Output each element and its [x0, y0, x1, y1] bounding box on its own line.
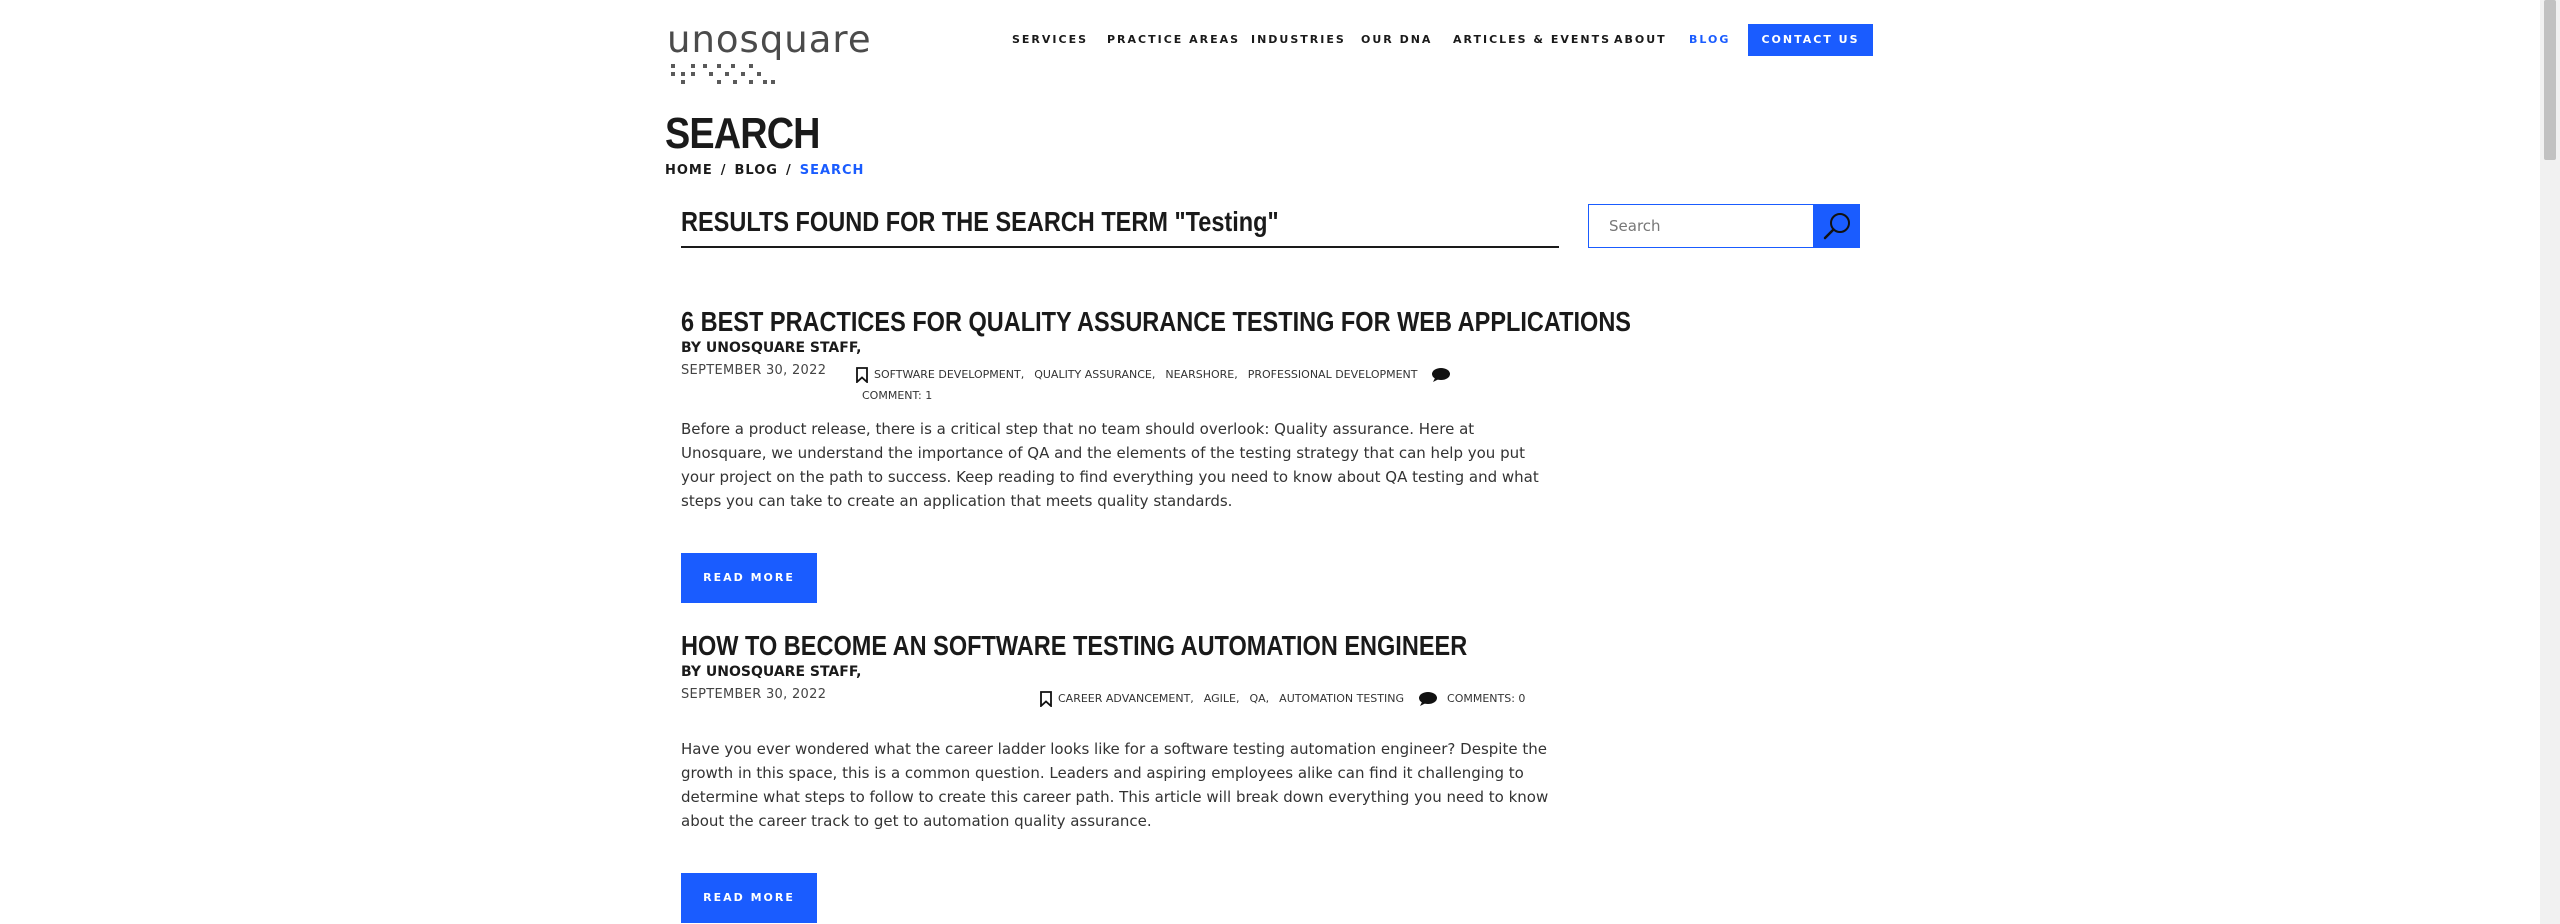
article-title[interactable]: 6 BEST PRACTICES FOR QUALITY ASSURANCE T… [681, 305, 1631, 339]
comment-count[interactable]: COMMENT: 1 [862, 389, 932, 402]
tag-link[interactable]: PROFESSIONAL DEVELOPMENT [1248, 368, 1418, 381]
tag-link[interactable]: QUALITY ASSURANCE [1034, 368, 1152, 381]
nav-blog[interactable]: BLOG [1689, 24, 1730, 56]
tag-link[interactable]: CAREER ADVANCEMENT [1058, 692, 1190, 705]
breadcrumb-separator: / [785, 163, 792, 178]
article-excerpt: Have you ever wondered what the career l… [681, 740, 1549, 830]
read-more-button[interactable]: READ MORE [681, 873, 817, 923]
breadcrumb-home[interactable]: HOME [665, 163, 713, 178]
contact-us-button[interactable]: CONTACT US [1748, 24, 1873, 56]
nav-our-dna[interactable]: OUR DNA [1361, 24, 1432, 56]
article-date: SEPTEMBER 30, 2022 [681, 687, 827, 702]
article-card: 6 BEST PRACTICES FOR QUALITY ASSURANCE T… [681, 305, 1631, 603]
nav-practice-areas[interactable]: PRACTICE AREAS [1107, 24, 1240, 56]
search-icon [1823, 213, 1850, 240]
breadcrumb: HOME / BLOG / SEARCH [665, 163, 864, 183]
article-tags: CAREER ADVANCEMENT, AGILE, QA, AUTOMATION T… [1040, 691, 1525, 707]
logo-wordmark: unosquare [667, 18, 872, 61]
article-title-text: HOW TO BECOME AN SOFTWARE TESTING AUTOMA… [681, 630, 1468, 661]
nav-articles-events[interactable]: ARTICLES & EVENTS [1453, 24, 1611, 56]
nav-services[interactable]: SERVICES [1012, 24, 1088, 56]
logo-dots-icon [671, 64, 775, 84]
tag-link[interactable]: QA [1249, 692, 1265, 705]
page-title: SEARCH [665, 109, 820, 158]
page-scrollbar[interactable] [2540, 0, 2560, 924]
read-more-button[interactable]: READ MORE [681, 553, 817, 603]
bookmark-icon [1040, 691, 1052, 707]
comment-count[interactable]: COMMENTS: 0 [1447, 692, 1525, 705]
article-meta: SEPTEMBER 30, 2022 SOFTWARE DEVELOPMENT,… [681, 359, 1559, 405]
results-heading-text: RESULTS FOUND FOR THE SEARCH TERM "Testi… [681, 206, 1279, 237]
search-widget [1588, 204, 1860, 248]
article-byline: BY UNOSQUARE STAFF, [681, 664, 862, 680]
article-card: HOW TO BECOME AN SOFTWARE TESTING AUTOMA… [681, 629, 1559, 923]
tag-link[interactable]: NEARSHORE [1165, 368, 1234, 381]
scrollbar-thumb[interactable] [2544, 0, 2556, 160]
comment-icon [1418, 692, 1437, 706]
tag-link[interactable]: AUTOMATION TESTING [1279, 692, 1404, 705]
nav-about[interactable]: ABOUT [1614, 24, 1667, 56]
article-title[interactable]: HOW TO BECOME AN SOFTWARE TESTING AUTOMA… [681, 629, 1559, 663]
article-date: SEPTEMBER 30, 2022 [681, 363, 827, 378]
article-byline: BY UNOSQUARE STAFF, [681, 340, 862, 356]
breadcrumb-separator: / [720, 163, 727, 178]
article-excerpt: Before a product release, there is a cri… [681, 420, 1539, 510]
bookmark-icon [856, 367, 868, 383]
unosquare-logo[interactable]: unosquare [667, 18, 871, 84]
breadcrumb-current: SEARCH [799, 163, 865, 178]
results-heading: RESULTS FOUND FOR THE SEARCH TERM "Testi… [681, 206, 1559, 248]
search-button[interactable] [1814, 204, 1860, 248]
nav-industries[interactable]: INDUSTRIES [1251, 24, 1346, 56]
tag-link[interactable]: SOFTWARE DEVELOPMENT [874, 368, 1021, 381]
breadcrumb-blog[interactable]: BLOG [735, 163, 778, 178]
article-tags: SOFTWARE DEVELOPMENT, QUALITY ASSURANCE, N… [856, 367, 1451, 383]
tag-link[interactable]: AGILE [1204, 692, 1236, 705]
search-input[interactable] [1588, 204, 1814, 248]
comment-icon [1432, 368, 1451, 382]
article-meta: SEPTEMBER 30, 2022 CAREER ADVANCEMENT, AG… [681, 683, 1559, 729]
article-title-text: 6 BEST PRACTICES FOR QUALITY ASSURANCE T… [681, 306, 1632, 337]
